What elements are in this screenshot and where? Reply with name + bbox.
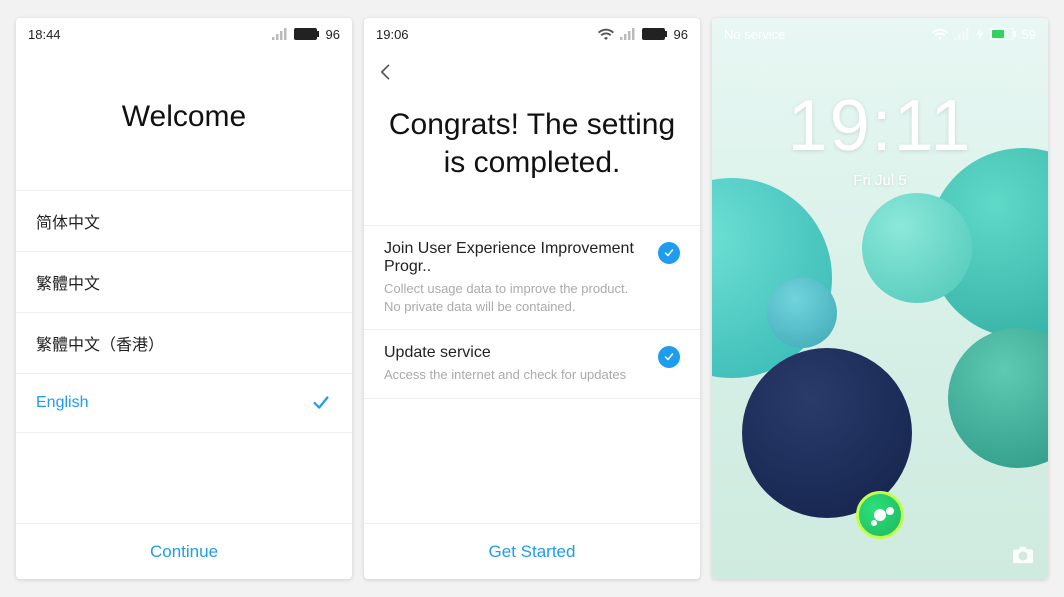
status-time: 18:44 <box>28 27 61 42</box>
battery-text: 59 <box>1022 27 1036 42</box>
carrier-text: No service <box>724 27 785 42</box>
status-time: 19:06 <box>376 27 409 42</box>
option-title: Join User Experience Improvement Progr.. <box>384 240 646 276</box>
option-row[interactable]: Join User Experience Improvement Progr..… <box>364 225 700 330</box>
signal-icon <box>620 28 636 40</box>
wallpaper-bubble <box>948 328 1048 468</box>
completed-screen: 19:06 96 Congrats! The setting is comple… <box>364 18 700 579</box>
wallpaper-bubble <box>862 193 972 303</box>
language-list: 简体中文 繁體中文 繁體中文（香港） English <box>16 190 352 524</box>
wallpaper-bubble <box>767 278 837 348</box>
check-icon <box>310 392 332 414</box>
options-list: Join User Experience Improvement Progr..… <box>364 225 700 399</box>
battery-text: 96 <box>326 27 340 42</box>
continue-button[interactable]: Continue <box>16 523 352 579</box>
language-option[interactable]: 繁體中文 <box>16 252 352 313</box>
page-title: Welcome <box>16 50 352 136</box>
lock-screen: No service 59 19:11 Fri Jul 5 <box>712 18 1048 579</box>
bolt-icon <box>976 28 984 40</box>
battery-icon <box>294 28 320 40</box>
status-bar: 18:44 96 <box>16 18 352 50</box>
signal-icon <box>954 28 970 40</box>
signal-icon <box>272 28 288 40</box>
unlock-handle[interactable] <box>856 491 904 539</box>
option-subtitle: Access the internet and check for update… <box>384 366 646 384</box>
status-bar: 19:06 96 <box>364 18 700 50</box>
check-circle-icon[interactable] <box>658 242 680 264</box>
welcome-screen: 18:44 96 Welcome 简体中文 繁體中文 繁體中文（香港） Engl… <box>16 18 352 579</box>
language-option-selected[interactable]: English <box>16 374 352 433</box>
option-title: Update service <box>384 344 646 362</box>
get-started-button[interactable]: Get Started <box>364 523 700 579</box>
lock-date: Fri Jul 5 <box>712 172 1048 189</box>
back-icon[interactable] <box>376 62 396 82</box>
battery-icon <box>642 28 668 40</box>
option-subtitle: Collect usage data to improve the produc… <box>384 280 646 315</box>
lock-clock: 19:11 <box>712 90 1048 162</box>
wifi-icon <box>598 28 614 40</box>
camera-icon[interactable] <box>1012 545 1034 565</box>
check-circle-icon[interactable] <box>658 346 680 368</box>
language-option[interactable]: 繁體中文（香港） <box>16 313 352 374</box>
battery-text: 96 <box>674 27 688 42</box>
wifi-icon <box>932 28 948 40</box>
status-bar: No service 59 <box>712 18 1048 50</box>
page-title: Congrats! The setting is completed. <box>364 94 700 181</box>
language-option[interactable]: 简体中文 <box>16 190 352 252</box>
battery-icon <box>990 28 1016 40</box>
option-row[interactable]: Update service Access the internet and c… <box>364 330 700 399</box>
